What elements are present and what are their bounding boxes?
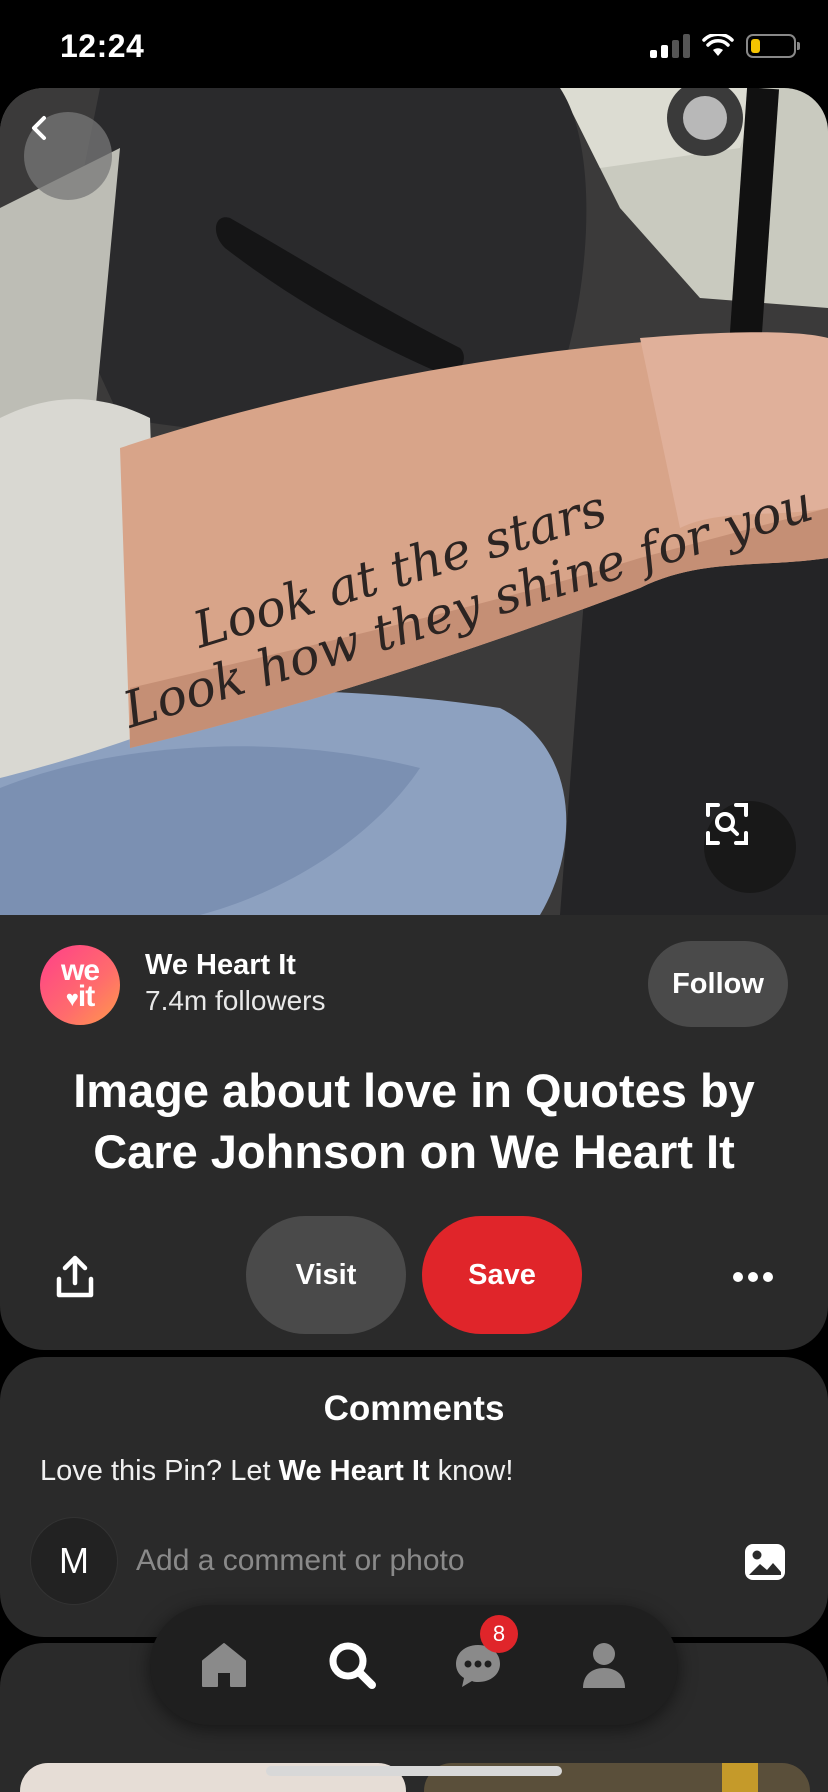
nav-search[interactable]: [318, 1631, 386, 1699]
pin-title: Image about love in Quotes by Care Johns…: [73, 1064, 755, 1178]
pin-detail-screen: 12:24 Look at the stars Look how they sh…: [0, 0, 828, 1792]
comments-prompt-creator: We Heart It: [278, 1455, 430, 1487]
pin-image[interactable]: Look at the stars Look how they shine fo…: [0, 88, 828, 915]
user-avatar[interactable]: M: [30, 1517, 118, 1605]
comment-input[interactable]: [136, 1541, 696, 1581]
battery-low-icon: [746, 34, 800, 58]
creator-avatar[interactable]: we ♥it: [40, 945, 120, 1025]
status-bar: 12:24: [0, 0, 828, 88]
chevron-left-icon: [32, 116, 46, 140]
visual-search-button[interactable]: [704, 801, 796, 893]
comment-composer: M: [30, 1517, 798, 1607]
visit-button[interactable]: Visit: [246, 1216, 406, 1334]
status-time: 12:24: [60, 28, 145, 64]
follow-button[interactable]: Follow: [648, 941, 788, 1027]
profile-icon: [583, 1643, 625, 1688]
share-icon: [56, 1255, 94, 1298]
status-icons: [650, 34, 800, 58]
add-photo-button[interactable]: [742, 1539, 788, 1585]
image-icon: [745, 1544, 785, 1580]
nav-home[interactable]: [190, 1631, 258, 1699]
comments-prompt: Love this Pin? Let We Heart It know!: [40, 1455, 514, 1487]
home-icon: [202, 1643, 246, 1687]
cellular-signal-icon: [650, 34, 690, 58]
action-row: Visit Save: [0, 1216, 828, 1336]
avatar-logo-it: ♥it: [65, 980, 95, 1013]
creator-followers: 7.4m followers: [145, 985, 326, 1016]
comments-card: Comments Love this Pin? Let We Heart It …: [0, 1357, 828, 1637]
visual-search-icon: [706, 803, 748, 845]
save-button[interactable]: Save: [422, 1216, 582, 1334]
comments-title: Comments: [323, 1389, 505, 1428]
bottom-nav: 8: [150, 1605, 678, 1725]
pin-card: Look at the stars Look how they shine fo…: [0, 88, 828, 1350]
more-icon: [733, 1272, 743, 1282]
nav-profile[interactable]: [570, 1631, 638, 1699]
creator-name[interactable]: We Heart It: [145, 949, 296, 982]
share-button[interactable]: [46, 1248, 104, 1306]
creator-row: we ♥it We Heart It 7.4m followers Follow: [40, 941, 788, 1029]
back-button[interactable]: [24, 112, 112, 200]
nav-messages[interactable]: 8: [444, 1615, 518, 1699]
more-options-button[interactable]: [724, 1248, 782, 1306]
home-indicator[interactable]: [266, 1766, 562, 1776]
wifi-icon: [702, 34, 734, 56]
search-icon: [329, 1642, 376, 1689]
notification-badge: 8: [480, 1615, 518, 1653]
tattoo-photo: Look at the stars Look how they shine fo…: [0, 88, 828, 915]
